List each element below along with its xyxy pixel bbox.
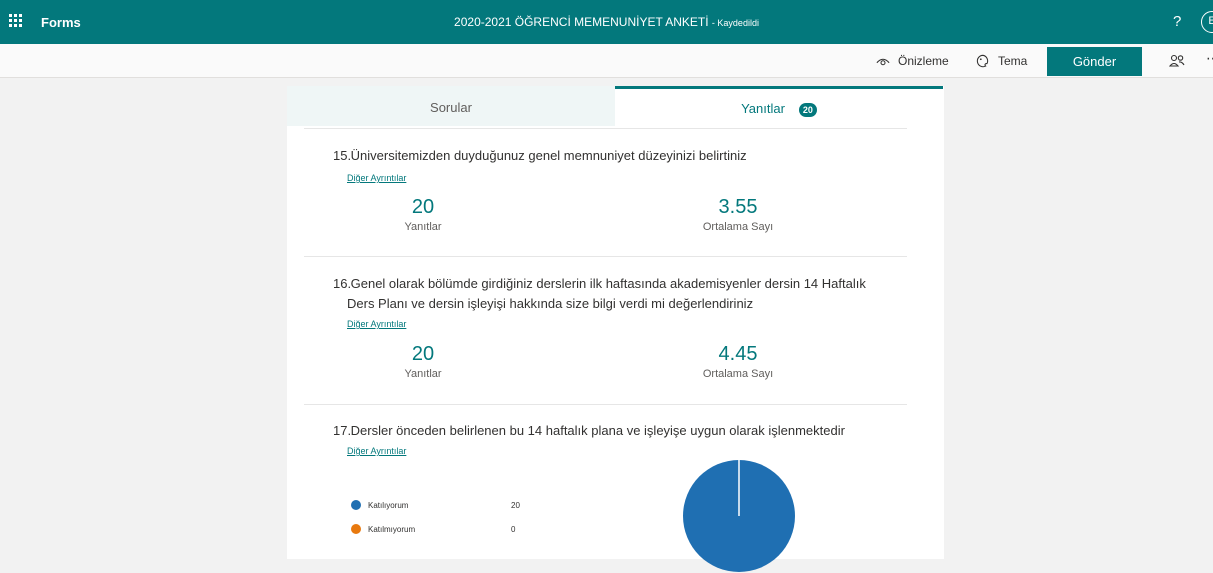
tab-bar: Sorular Yanıtlar 20 (287, 86, 944, 126)
legend-item: Katılıyorum 20 (351, 500, 520, 510)
legend-count: 0 (511, 524, 516, 534)
form-title[interactable]: 2020-2021 ÖĞRENCİ MEMENUNİYET ANKETİ - K… (0, 15, 1213, 29)
preview-label: Önizleme (898, 54, 949, 68)
responses-stat: 20 Yanıtlar (383, 342, 463, 380)
question-number: 15. (333, 148, 352, 163)
saved-status: - Kaydedildi (711, 18, 759, 28)
legend-item: Katılmıyorum 0 (351, 524, 515, 534)
legend-label: Katılmıyorum (368, 524, 416, 534)
app-bar: Forms 2020-2021 ÖĞRENCİ MEMENUNİYET ANKE… (0, 0, 1213, 44)
question-text: Üniversitemizden duyduğunuz genel memnun… (350, 148, 747, 163)
theme-button[interactable]: Tema (976, 54, 1027, 68)
question-number: 17. (333, 423, 352, 438)
question-text-continued: Ders Planı ve dersin işleyişi hakkında s… (347, 296, 754, 311)
average-stat: 3.55 Ortalama Sayı (688, 195, 788, 233)
tab-questions[interactable]: Sorular (287, 86, 615, 126)
saved-status-text: Kaydedildi (717, 18, 759, 28)
preview-button[interactable]: Önizleme (876, 54, 949, 68)
legend-label: Katılıyorum (368, 500, 409, 510)
eye-icon (876, 58, 890, 66)
tab-responses-label: Yanıtlar (741, 101, 785, 116)
average-label: Ortalama Sayı (702, 368, 774, 380)
user-avatar[interactable]: E (1201, 11, 1213, 33)
help-icon[interactable]: ? (1173, 13, 1181, 30)
divider (304, 128, 907, 129)
collaborate-icon[interactable] (1169, 54, 1185, 68)
average-stat: 4.45 Ortalama Sayı (688, 342, 788, 380)
command-bar: Önizleme Tema Gönder ⋯ (0, 44, 1213, 78)
responses-label: Yanıtlar (404, 368, 442, 380)
response-pie-chart (683, 460, 795, 572)
legend-color-dot (351, 524, 361, 534)
more-details-link[interactable]: Diğer Ayrıntılar (347, 319, 406, 329)
legend-count: 20 (511, 500, 520, 510)
question-title: 16. Genel olarak bölümde girdiğiniz ders… (333, 274, 866, 314)
more-details-link[interactable]: Diğer Ayrıntılar (347, 173, 406, 183)
more-options-icon[interactable]: ⋯ (1206, 50, 1213, 67)
legend-color-dot (351, 500, 361, 510)
question-title: 17. Dersler önceden belirlenen bu 14 haf… (333, 421, 845, 441)
question-text: Genel olarak bölümde girdiğiniz dersleri… (350, 276, 866, 291)
question-title: 15. Üniversitemizden duyduğunuz genel me… (333, 146, 747, 166)
average-value: 4.45 (718, 343, 758, 365)
responses-count: 20 (411, 196, 435, 218)
divider (304, 256, 907, 257)
theme-label: Tema (998, 54, 1028, 68)
average-label: Ortalama Sayı (702, 221, 774, 233)
question-text: Dersler önceden belirlenen bu 14 haftalı… (350, 423, 845, 438)
tab-responses[interactable]: Yanıtlar 20 (615, 86, 943, 126)
palette-icon (976, 54, 989, 68)
responses-label: Yanıtlar (404, 221, 442, 233)
average-value: 3.55 (718, 196, 758, 218)
responses-stat: 20 Yanıtlar (383, 195, 463, 233)
more-details-link[interactable]: Diğer Ayrıntılar (347, 446, 406, 456)
response-count-badge: 20 (798, 102, 817, 117)
responses-count: 20 (411, 343, 435, 365)
send-button[interactable]: Gönder (1047, 47, 1142, 76)
divider (304, 404, 907, 405)
question-number: 16. (333, 276, 352, 291)
responses-card: Sorular Yanıtlar 20 15. Üniversitemizden … (287, 86, 944, 572)
form-title-text: 2020-2021 ÖĞRENCİ MEMENUNİYET ANKETİ (454, 15, 709, 29)
